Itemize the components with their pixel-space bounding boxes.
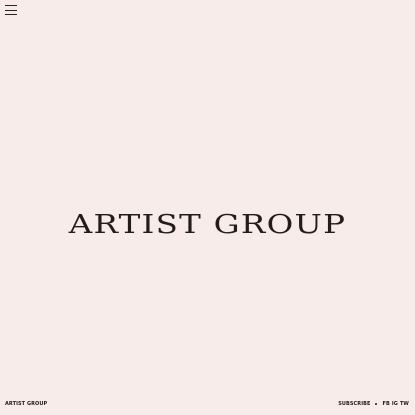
- social-links: FB IG TW: [382, 401, 409, 407]
- footer: ARTIST GROUP SUBSCRIBE FB IG TW: [0, 401, 415, 411]
- footer-brand-link[interactable]: ARTIST GROUP: [5, 401, 47, 407]
- menu-line: [5, 9, 17, 11]
- social-link-facebook[interactable]: FB: [382, 401, 389, 407]
- separator-dot: [375, 403, 378, 405]
- footer-links: SUBSCRIBE FB IG TW: [338, 401, 409, 407]
- hamburger-menu-icon[interactable]: [5, 5, 17, 15]
- hero-title: ARTIST GROUP: [68, 210, 347, 241]
- menu-line: [5, 5, 17, 6]
- menu-line: [5, 14, 17, 15]
- social-link-instagram[interactable]: IG: [392, 401, 398, 407]
- subscribe-link[interactable]: SUBSCRIBE: [338, 401, 370, 407]
- social-link-twitter[interactable]: TW: [400, 401, 409, 407]
